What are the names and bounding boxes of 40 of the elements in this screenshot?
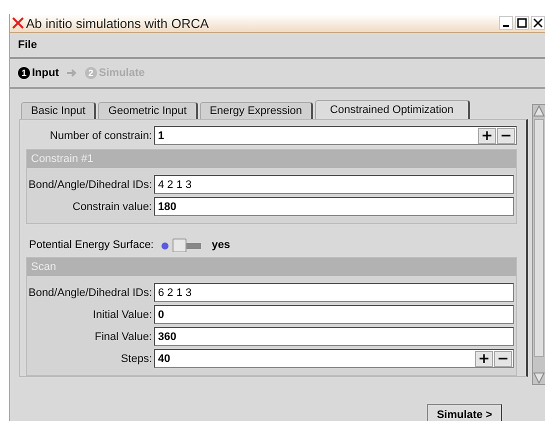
minimize-icon[interactable] (499, 16, 513, 30)
scroll-down-icon[interactable] (533, 372, 545, 384)
scrollbar[interactable] (532, 104, 545, 385)
decrement-button[interactable]: − (494, 350, 512, 366)
input-field[interactable]: 0 (154, 305, 514, 324)
maximize-icon[interactable] (515, 16, 529, 30)
field-label: Bond/Angle/Dihedral IDs: (27, 178, 152, 190)
input-field[interactable]: 4 2 1 3 (154, 175, 514, 194)
decrement-button[interactable]: − (497, 128, 516, 144)
spin-field[interactable]: 40 + − (154, 349, 514, 368)
close-icon[interactable] (531, 16, 545, 30)
tab[interactable]: Geometric Input (98, 102, 198, 119)
step-number: 1 (18, 67, 30, 79)
input-field[interactable]: 180 (154, 197, 514, 216)
arrow-icon (66, 69, 77, 77)
spin-field[interactable]: 1 + − (154, 126, 518, 145)
group-header: Constrain #1 (27, 150, 516, 168)
wizard-step[interactable]: 1 Input (18, 67, 59, 79)
menu-item[interactable]: File (18, 39, 37, 51)
group-header: Scan (27, 258, 516, 276)
step-number: 2 (84, 67, 97, 79)
scroll-up-icon[interactable] (533, 105, 545, 117)
window-title: Ab initio simulations with ORCA (26, 16, 210, 30)
field-label: Final Value: (94, 330, 152, 342)
input-field[interactable]: 360 (154, 327, 514, 346)
field-label: Steps: (120, 352, 152, 364)
field-label: Initial Value: (92, 308, 152, 320)
toggle-state: yes (212, 238, 230, 250)
app-icon (12, 17, 24, 29)
increment-button[interactable]: + (475, 350, 494, 366)
field-label: Bond/Angle/Dihedral IDs: (27, 286, 152, 298)
field-label: Constrain value: (72, 200, 152, 212)
field-label: Potential Energy Surface: (29, 238, 154, 250)
tab[interactable]: Constrained Optimization (315, 100, 470, 119)
field-label: Number of constrain: (48, 130, 152, 142)
simulate-button[interactable]: Simulate > (427, 404, 502, 421)
increment-button[interactable]: + (478, 128, 496, 144)
tab[interactable]: Basic Input (21, 102, 96, 119)
tab[interactable]: Energy Expression (200, 102, 314, 119)
input-field[interactable]: 6 2 1 3 (154, 283, 514, 302)
